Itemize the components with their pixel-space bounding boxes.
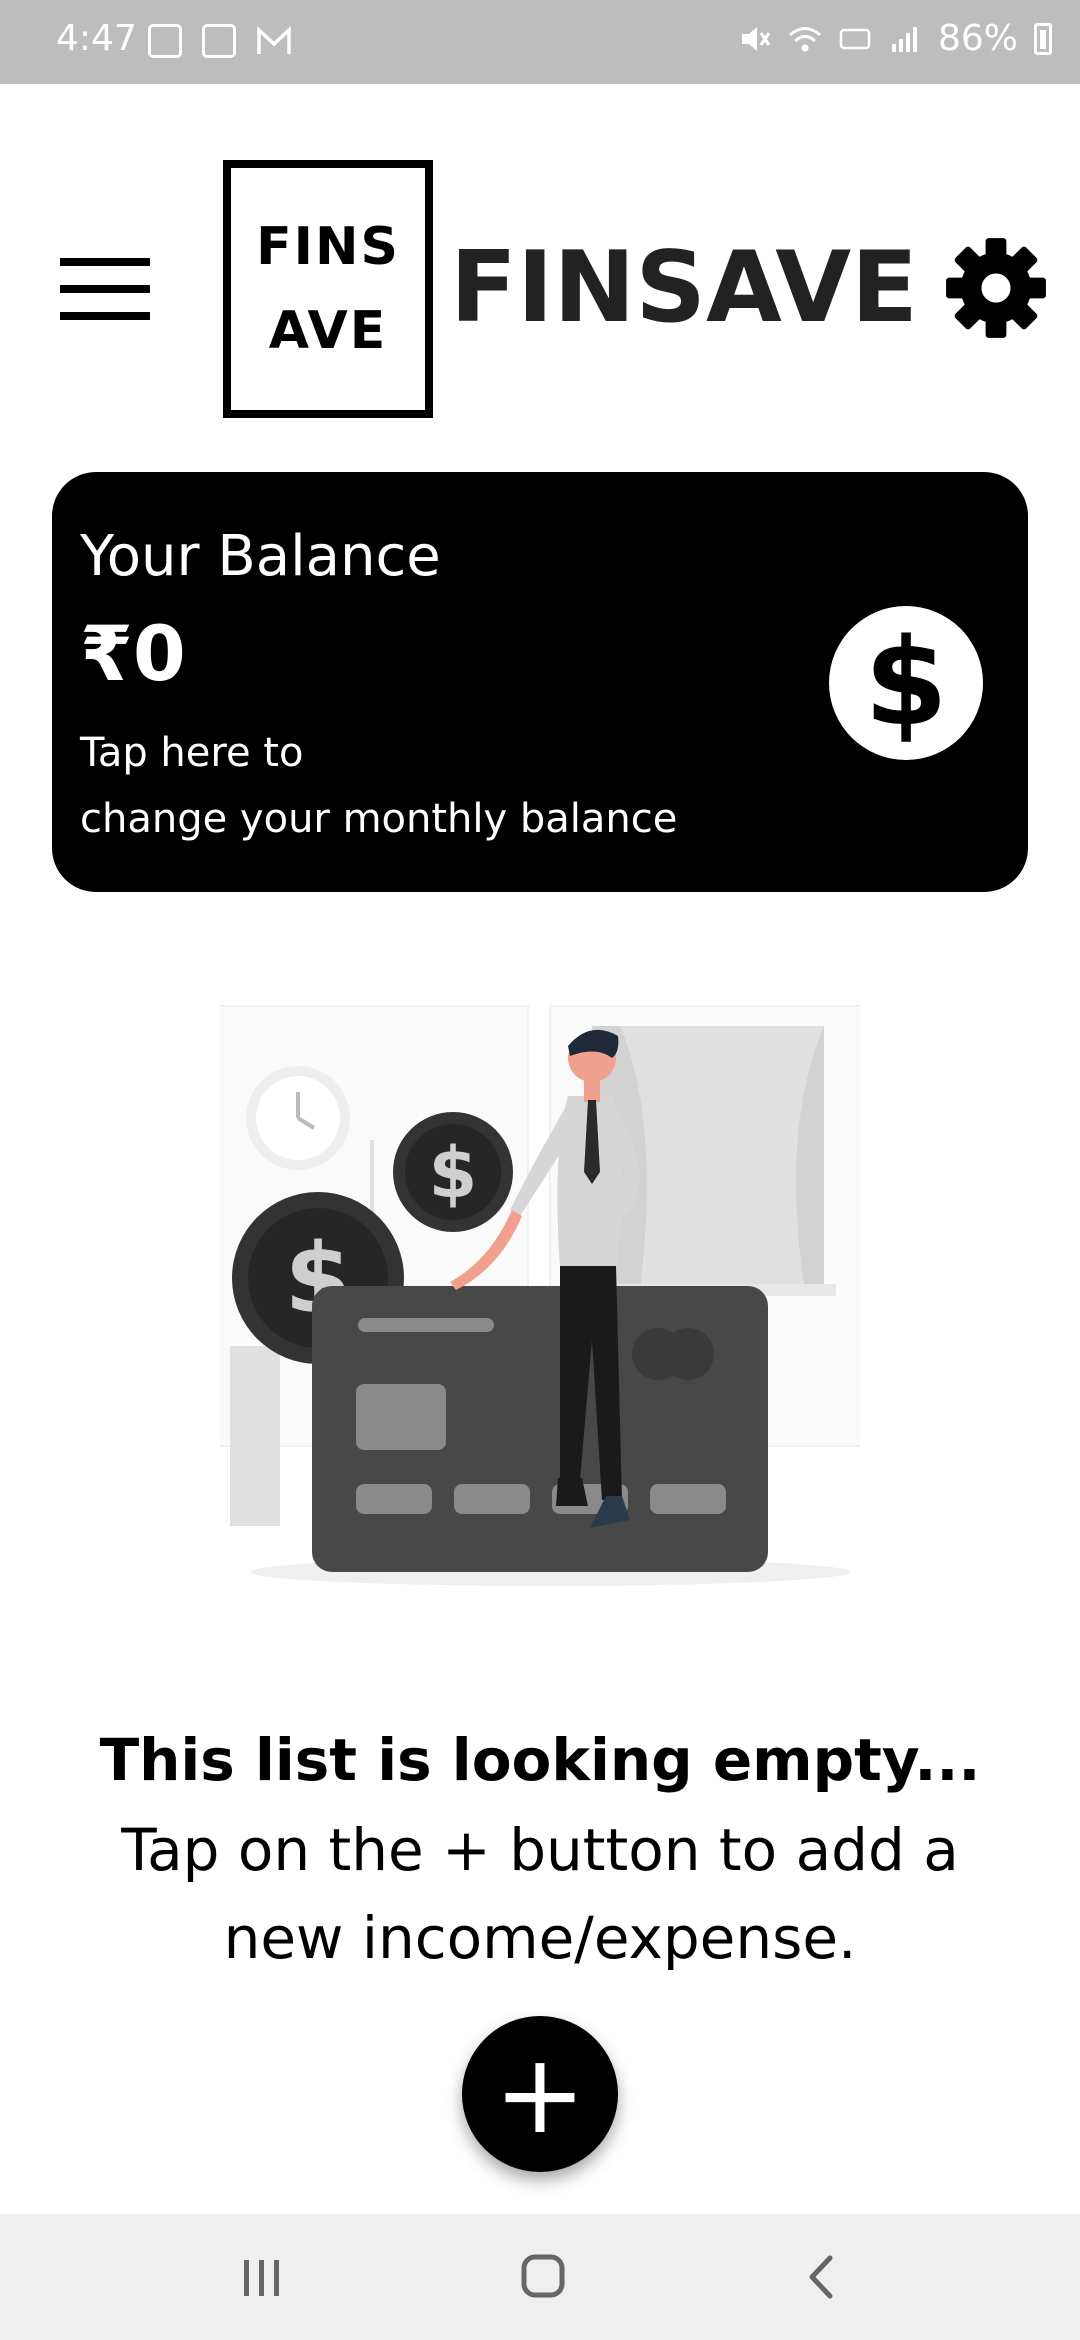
gmail-icon	[257, 25, 291, 54]
balance-label: Your Balance	[80, 524, 441, 589]
balance-card[interactable]: Your Balance ₹0 Tap here to change your …	[52, 472, 1028, 892]
system-navigation-bar	[0, 2214, 1080, 2340]
plus-icon: +	[493, 2030, 587, 2158]
notification-icons	[148, 24, 292, 58]
logo-line-2: AVE	[268, 301, 388, 361]
logo-line-1: FINS	[256, 217, 400, 277]
app-logo: FINS AVE	[223, 160, 433, 418]
volte-icon	[839, 28, 871, 49]
app-title: FINSAVE	[450, 231, 918, 345]
dollar-icon: $	[829, 606, 983, 760]
hamburger-icon	[60, 258, 150, 266]
gallery-icon	[148, 24, 182, 58]
battery-percent: 86%	[937, 18, 1018, 59]
empty-state-title: This list is looking empty...	[99, 1726, 981, 1794]
menu-button[interactable]	[60, 258, 152, 320]
empty-state-line-1: Tap on the + button to add a	[121, 1816, 959, 1884]
empty-state-line-2: new income/expense.	[223, 1904, 857, 1972]
status-time: 4:47	[56, 18, 137, 59]
empty-state-illustration: $ $	[220, 1005, 860, 1586]
empty-state-message: Tap on the + button to add a new income/…	[0, 1806, 1080, 1982]
calculator-icon	[202, 24, 236, 58]
balance-hint-line-2: change your monthly balance	[80, 796, 678, 842]
battery-icon	[1034, 22, 1052, 55]
wifi-icon	[789, 26, 821, 51]
signal-icon	[891, 26, 917, 52]
svg-text:$: $	[429, 1132, 478, 1214]
status-bar: 4:47 86%	[0, 0, 1080, 84]
recent-apps-icon[interactable]	[222, 2244, 302, 2310]
add-transaction-button[interactable]: +	[462, 2016, 618, 2172]
mute-icon	[741, 26, 771, 51]
system-icons: 86%	[738, 18, 1052, 59]
home-icon[interactable]	[502, 2244, 582, 2310]
settings-gear-icon[interactable]	[944, 236, 1048, 340]
back-icon[interactable]	[782, 2244, 862, 2310]
